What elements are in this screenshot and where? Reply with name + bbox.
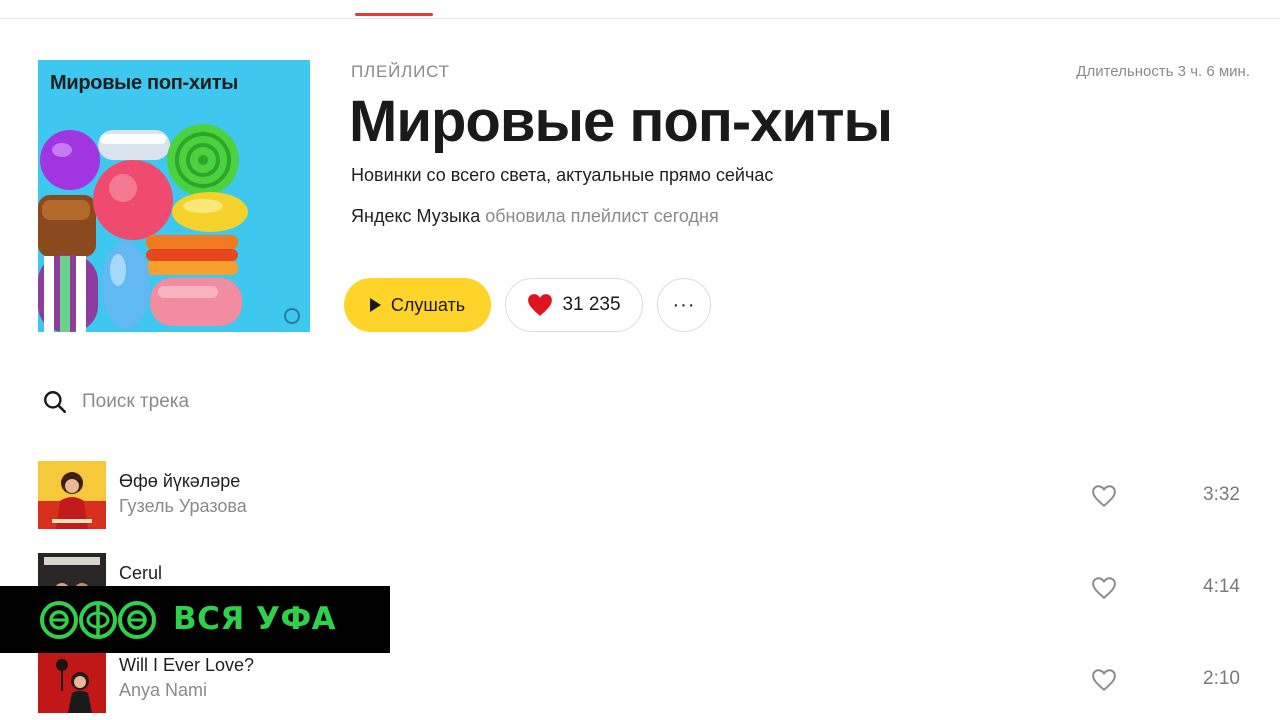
play-button[interactable]: Слушать bbox=[344, 278, 491, 332]
track-cover[interactable] bbox=[38, 461, 106, 529]
more-options-button[interactable]: ··· bbox=[657, 278, 711, 332]
watermark-logo-icon bbox=[40, 601, 156, 639]
track-title[interactable]: Will I Ever Love? bbox=[119, 655, 254, 676]
track-title[interactable]: Өфө йүкәләре bbox=[119, 471, 240, 492]
playlist-type-label: ПЛЕЙЛИСТ bbox=[351, 62, 450, 81]
cover-brand-logo-icon bbox=[284, 308, 300, 324]
active-tab-indicator bbox=[355, 13, 433, 16]
playlist-duration: Длительность 3 ч. 6 мин. bbox=[1076, 63, 1250, 80]
track-duration: 2:10 bbox=[1203, 668, 1240, 689]
playlist-cover[interactable]: Мировые поп-хиты bbox=[38, 60, 310, 332]
track-cover-art bbox=[38, 461, 106, 529]
track-search bbox=[42, 386, 442, 418]
track-row[interactable]: Өфө йүкәләре Гузель Уразова 3:32 bbox=[0, 461, 1280, 533]
track-duration: 4:14 bbox=[1203, 576, 1240, 597]
play-icon bbox=[369, 298, 381, 312]
play-button-label: Слушать bbox=[390, 294, 466, 315]
track-artist[interactable]: Anya Nami bbox=[119, 680, 207, 701]
top-navigation-bar bbox=[0, 0, 1280, 19]
watermark-banner: ВСЯ УФА bbox=[0, 586, 390, 653]
track-cover-art bbox=[38, 645, 106, 713]
playlist-updated-text: обновила плейлист сегодня bbox=[480, 206, 719, 226]
heart-outline-icon[interactable] bbox=[1091, 575, 1117, 601]
more-dots-icon: ··· bbox=[672, 293, 696, 316]
playlist-author-link[interactable]: Яндекс Музыка bbox=[351, 206, 480, 226]
heart-outline-icon[interactable] bbox=[1091, 483, 1117, 509]
search-input[interactable] bbox=[80, 390, 424, 414]
candy-illustration bbox=[38, 124, 248, 332]
like-button[interactable]: 31 235 bbox=[505, 278, 643, 332]
playlist-description: Новинки со всего света, актуальные прямо… bbox=[351, 165, 774, 185]
track-row[interactable]: Will I Ever Love? Anya Nami 2:10 bbox=[0, 645, 1280, 717]
track-cover[interactable] bbox=[38, 645, 106, 713]
heart-filled-icon bbox=[528, 294, 553, 316]
playlist-author-line: Яндекс Музыка обновила плейлист сегодня bbox=[351, 206, 719, 227]
track-title[interactable]: Cerul bbox=[119, 563, 162, 584]
watermark-text: ВСЯ УФА bbox=[173, 601, 337, 637]
track-artist[interactable]: Гузель Уразова bbox=[119, 496, 247, 517]
heart-outline-icon[interactable] bbox=[1091, 667, 1117, 693]
search-icon[interactable] bbox=[42, 389, 68, 415]
track-duration: 3:32 bbox=[1203, 484, 1240, 505]
page-title: Мировые поп-хиты bbox=[349, 89, 893, 154]
like-count: 31 235 bbox=[562, 294, 621, 315]
